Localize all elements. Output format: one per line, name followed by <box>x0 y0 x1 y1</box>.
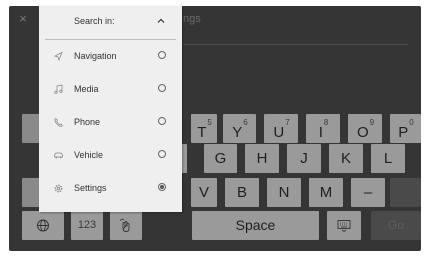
navigation-arrow-icon <box>53 51 63 62</box>
keyboard-icon <box>337 220 351 232</box>
handwriting-hand-icon <box>119 218 130 232</box>
menu-item-phone[interactable]: Phone <box>39 106 182 139</box>
key-i[interactable]: I8 <box>306 114 340 143</box>
music-note-icon <box>54 84 63 94</box>
space-key[interactable]: Space <box>192 211 319 240</box>
keyboard-layout-key[interactable] <box>327 211 361 240</box>
menu-item-label: Settings <box>74 183 107 193</box>
key-t[interactable]: T5 <box>191 114 217 143</box>
key-t-label: T <box>197 124 207 141</box>
close-icon[interactable]: × <box>16 12 30 26</box>
dropdown-title: Search in: <box>74 16 115 26</box>
radio-phone[interactable] <box>158 117 166 125</box>
chevron-up-icon[interactable] <box>155 16 167 26</box>
globe-key[interactable] <box>22 211 64 240</box>
key-n[interactable]: N <box>267 178 301 207</box>
key-k[interactable]: K <box>329 144 363 173</box>
dropdown-header[interactable]: Search in: <box>39 6 182 40</box>
globe-icon <box>37 219 49 232</box>
radio-settings[interactable] <box>158 183 166 191</box>
menu-item-vehicle[interactable]: Vehicle <box>39 139 182 172</box>
key-t-alt: 5 <box>207 118 212 127</box>
menu-item-navigation[interactable]: Navigation <box>39 40 182 73</box>
key-y[interactable]: Y6 <box>223 114 256 143</box>
handwriting-key[interactable] <box>110 211 142 240</box>
key-u-alt: 7 <box>285 118 290 127</box>
go-key[interactable]: Go <box>371 211 421 240</box>
search-in-dropdown: Search in: Navigation Media Phone Vehicl… <box>39 6 182 212</box>
key-u[interactable]: U7 <box>264 114 298 143</box>
key-p-alt: 0 <box>409 118 414 127</box>
key-g[interactable]: G <box>204 144 237 173</box>
search-field-text[interactable]: ngs <box>183 13 201 25</box>
gear-icon <box>54 184 63 193</box>
key-p-label: P <box>398 124 409 141</box>
menu-item-label: Navigation <box>74 51 117 61</box>
key-l[interactable]: L <box>371 144 405 173</box>
phone-icon <box>54 117 64 127</box>
key-dash[interactable]: – <box>351 178 385 207</box>
key-p[interactable]: P0 <box>390 114 421 143</box>
numbers-key[interactable]: 123 <box>71 211 103 240</box>
key-h[interactable]: H <box>245 144 279 173</box>
car-icon <box>54 152 63 159</box>
key-u-label: U <box>273 124 285 141</box>
search-field-underline <box>183 44 408 45</box>
key-v[interactable]: V <box>191 178 217 207</box>
key-backspace[interactable] <box>390 178 421 207</box>
key-j[interactable]: J <box>287 144 321 173</box>
radio-vehicle[interactable] <box>158 150 166 158</box>
menu-item-settings[interactable]: Settings <box>39 172 182 205</box>
key-b[interactable]: B <box>225 178 259 207</box>
key-i-label: I <box>318 124 323 141</box>
key-y-label: Y <box>232 124 243 141</box>
menu-item-media[interactable]: Media <box>39 73 182 106</box>
menu-item-label: Vehicle <box>74 150 104 160</box>
key-o-alt: 9 <box>369 118 375 127</box>
key-o-label: O <box>356 124 369 141</box>
key-y-alt: 6 <box>243 118 248 127</box>
radio-media[interactable] <box>158 84 166 92</box>
radio-navigation[interactable] <box>158 51 166 59</box>
key-m[interactable]: M <box>309 178 343 207</box>
menu-item-label: Phone <box>74 117 101 127</box>
menu-item-label: Media <box>74 84 99 94</box>
key-i-alt: 8 <box>323 118 329 127</box>
key-o[interactable]: O9 <box>348 114 382 143</box>
